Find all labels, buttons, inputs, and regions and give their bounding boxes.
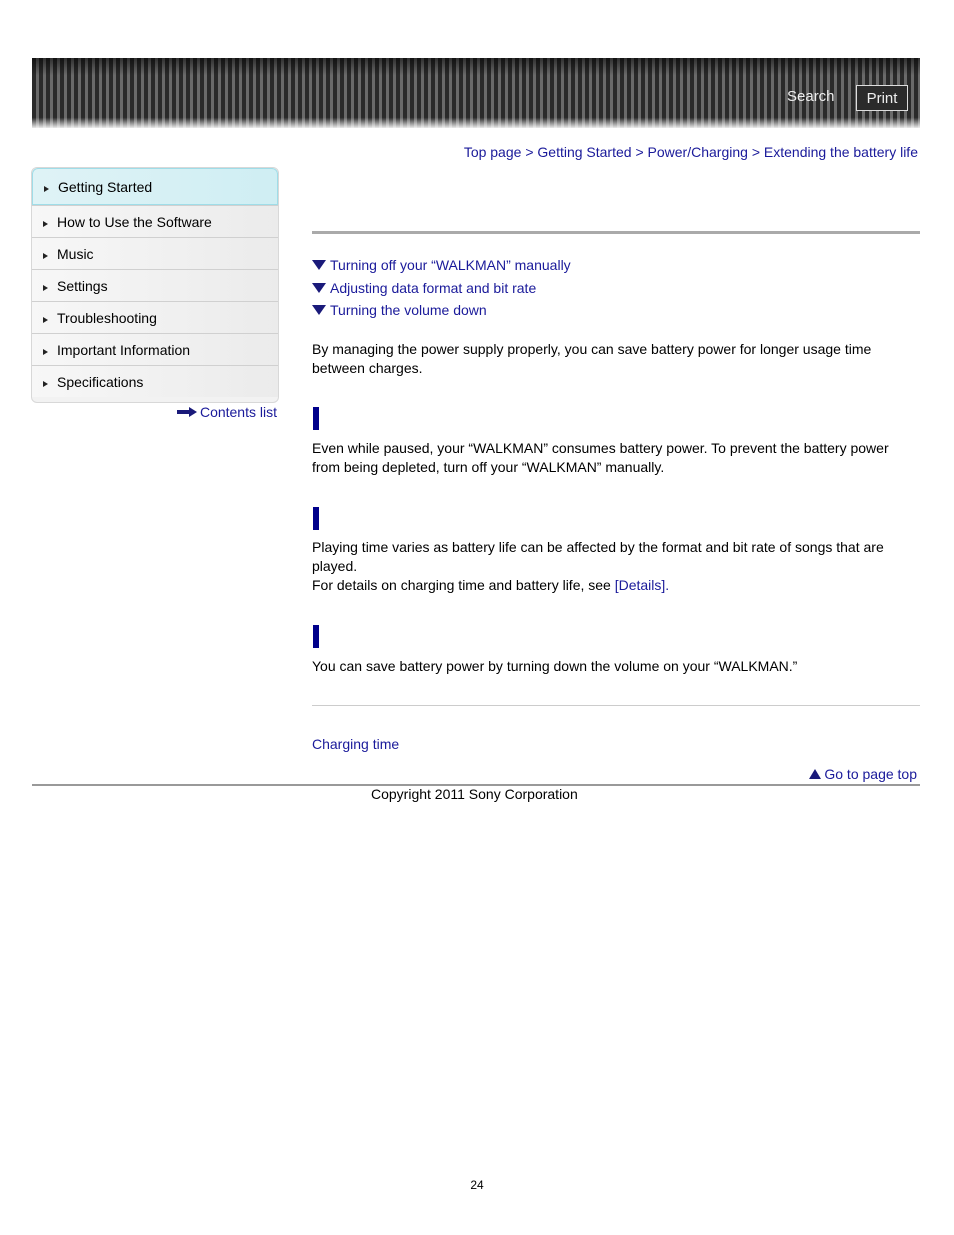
sidebar-item-how-to-use-software[interactable]: How to Use the Software [32, 205, 278, 237]
breadcrumb-separator: > [751, 144, 764, 160]
section-heading-bar [313, 407, 319, 430]
section1-paragraph: Even while paused, your “WALKMAN” consum… [312, 440, 889, 475]
section3-paragraph: You can save battery power by turning do… [312, 658, 798, 674]
table-of-contents: Turning off your “WALKMAN” manually Adju… [312, 254, 571, 322]
breadcrumb-top-page[interactable]: Top page [464, 144, 522, 160]
copyright: Copyright 2011 Sony Corporation [371, 786, 578, 802]
contents-list-label: Contents list [199, 404, 277, 420]
sidebar-item-important-information[interactable]: Important Information [32, 333, 278, 365]
toc-link-label: Turning the volume down [330, 302, 487, 318]
triangle-right-icon [43, 220, 48, 227]
go-to-page-top-label: Go to page top [824, 766, 917, 782]
triangle-right-icon [44, 185, 49, 192]
sidebar-item-specifications[interactable]: Specifications [32, 365, 278, 397]
breadcrumb-separator: > [525, 144, 538, 160]
page-number: 24 [470, 1178, 484, 1192]
intro-paragraph: By managing the power supply properly, y… [312, 341, 872, 376]
contents-list-link[interactable]: Contents list [176, 404, 277, 420]
triangle-right-icon [43, 348, 48, 355]
toc-link-label: Adjusting data format and bit rate [330, 279, 537, 296]
triangle-right-icon [43, 284, 48, 291]
section2-text: . [665, 577, 670, 593]
sidebar-item-label: Specifications [57, 373, 144, 390]
section2-text: Playing time varies as battery life can … [312, 539, 884, 574]
toc-link-volume-down[interactable]: Turning the volume down [312, 299, 571, 322]
triangle-down-icon [312, 305, 326, 316]
breadcrumb: Top page > Getting Started > Power/Charg… [464, 144, 918, 160]
triangle-right-icon [43, 252, 48, 259]
sidebar-item-settings[interactable]: Settings [32, 269, 278, 301]
triangle-down-icon [312, 282, 326, 293]
toc-link-label: Turning off your “WALKMAN” manually [330, 257, 571, 273]
breadcrumb-current[interactable]: Extending the battery life [764, 144, 918, 160]
sidebar-item-label: How to Use the Software [57, 213, 212, 230]
sidebar-item-music[interactable]: Music [32, 237, 278, 269]
sidebar-item-label: Troubleshooting [57, 309, 157, 326]
related-link-charging-time[interactable]: Charging time [312, 736, 399, 752]
sidebar-nav: Getting Started How to Use the Software … [31, 167, 279, 403]
toc-link-turning-off[interactable]: Turning off your “WALKMAN” manually [312, 254, 571, 277]
print-button[interactable]: Print [856, 85, 908, 111]
triangle-up-icon [809, 769, 822, 779]
related-divider [312, 705, 920, 706]
triangle-right-icon [43, 380, 48, 387]
arrow-right-icon [176, 407, 197, 417]
title-divider [312, 231, 920, 234]
toc-link-data-format[interactable]: Adjusting data format and bit rate [312, 277, 571, 300]
sidebar-item-troubleshooting[interactable]: Troubleshooting [32, 301, 278, 333]
triangle-down-icon [312, 260, 326, 271]
sidebar-item-label: Getting Started [58, 178, 153, 195]
sidebar-item-label: Music [57, 245, 94, 262]
sidebar-bottom [32, 397, 278, 402]
sidebar-item-label: Settings [57, 277, 108, 294]
section2-paragraph: Playing time varies as battery life can … [312, 538, 920, 595]
breadcrumb-power-charging[interactable]: Power/Charging [648, 144, 748, 160]
sidebar-item-label: Important Information [57, 341, 191, 358]
section-heading-bar [313, 625, 319, 648]
go-to-page-top-link[interactable]: Go to page top [809, 766, 917, 782]
breadcrumb-separator: > [635, 144, 648, 160]
section2-text: For details on charging time and battery… [312, 577, 615, 593]
section-heading-bar [313, 507, 319, 530]
details-link[interactable]: [Details] [615, 577, 666, 593]
triangle-right-icon [43, 316, 48, 323]
sidebar-item-getting-started[interactable]: Getting Started [32, 168, 278, 205]
search-link[interactable]: Search [787, 88, 835, 105]
breadcrumb-getting-started[interactable]: Getting Started [537, 144, 631, 160]
